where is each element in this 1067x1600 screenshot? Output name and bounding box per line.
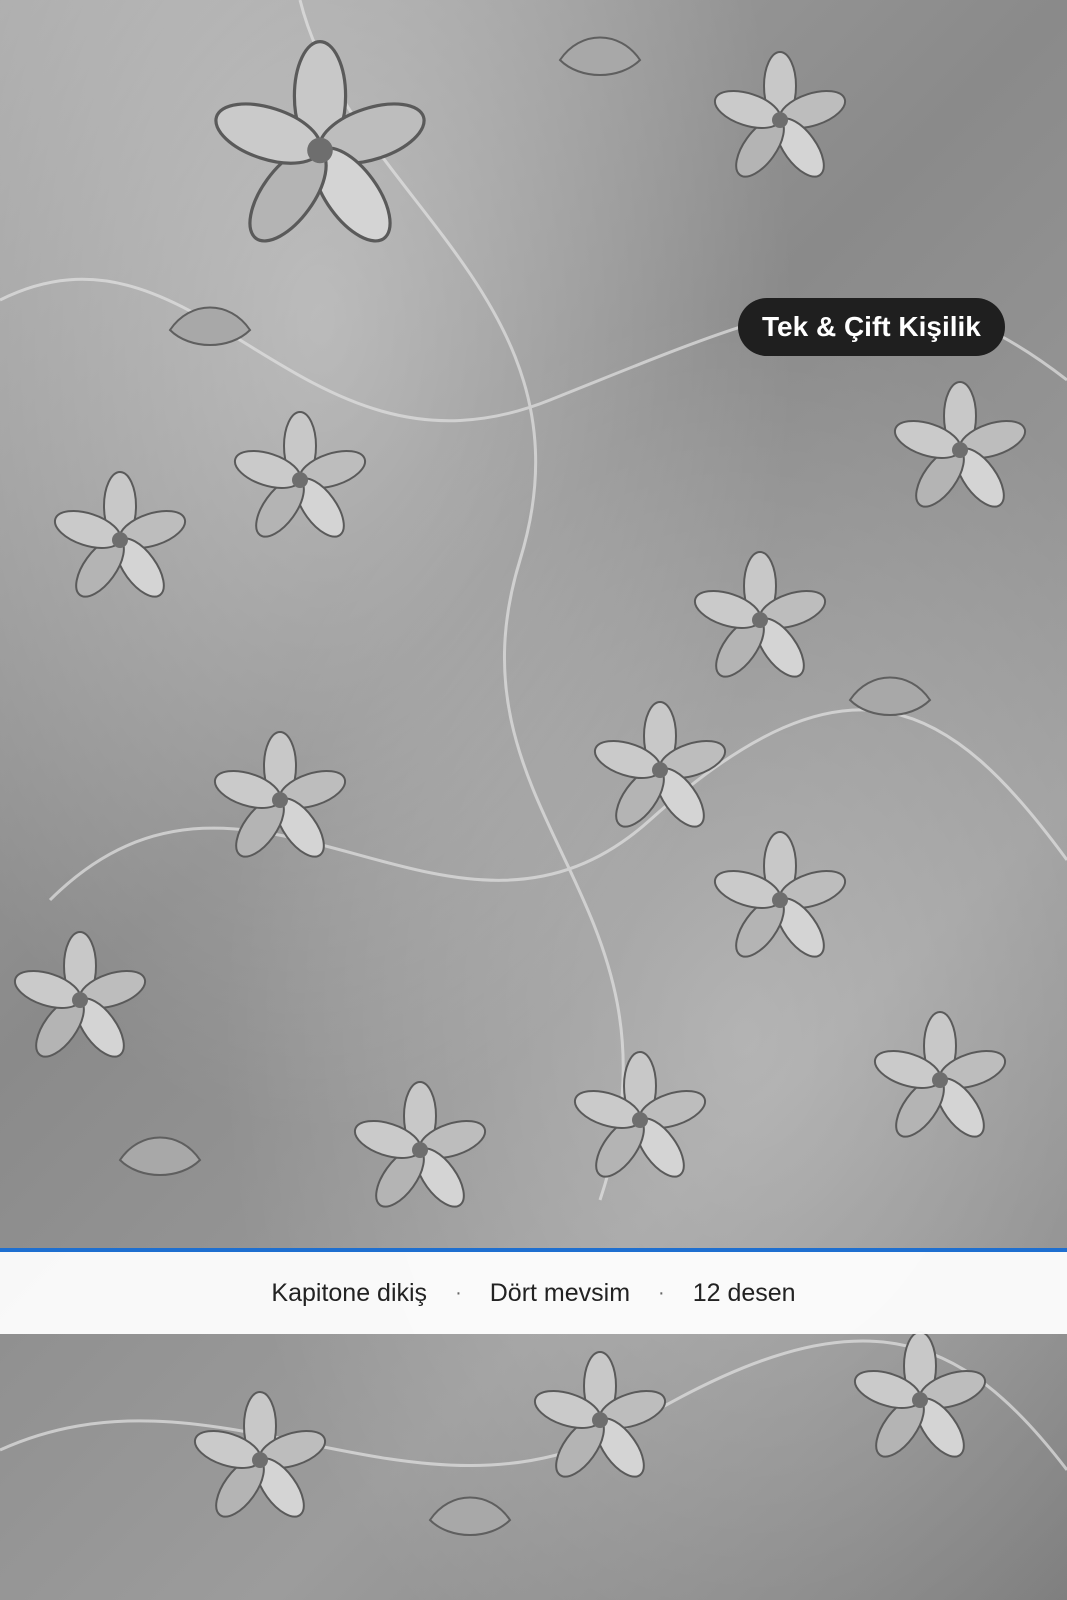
- size-badge: Tek & Çift Kişilik: [738, 298, 1005, 356]
- feature-separator: ·: [455, 1281, 462, 1304]
- floral-pattern: [0, 0, 1067, 1536]
- product-image: Tek & Çift Kişilik Kapitone dikiş · Dört…: [0, 0, 1067, 1600]
- feature-item-season: Dört mevsim: [489, 1278, 631, 1307]
- floral-fabric-background: [0, 0, 1067, 1600]
- feature-item-patterns: 12 desen: [692, 1278, 796, 1307]
- feature-bar: Kapitone dikiş · Dört mevsim · 12 desen: [0, 1248, 1067, 1334]
- feature-item-quilting: Kapitone dikiş: [271, 1278, 428, 1307]
- feature-separator: ·: [658, 1281, 665, 1304]
- size-badge-label: Tek & Çift Kişilik: [762, 311, 981, 342]
